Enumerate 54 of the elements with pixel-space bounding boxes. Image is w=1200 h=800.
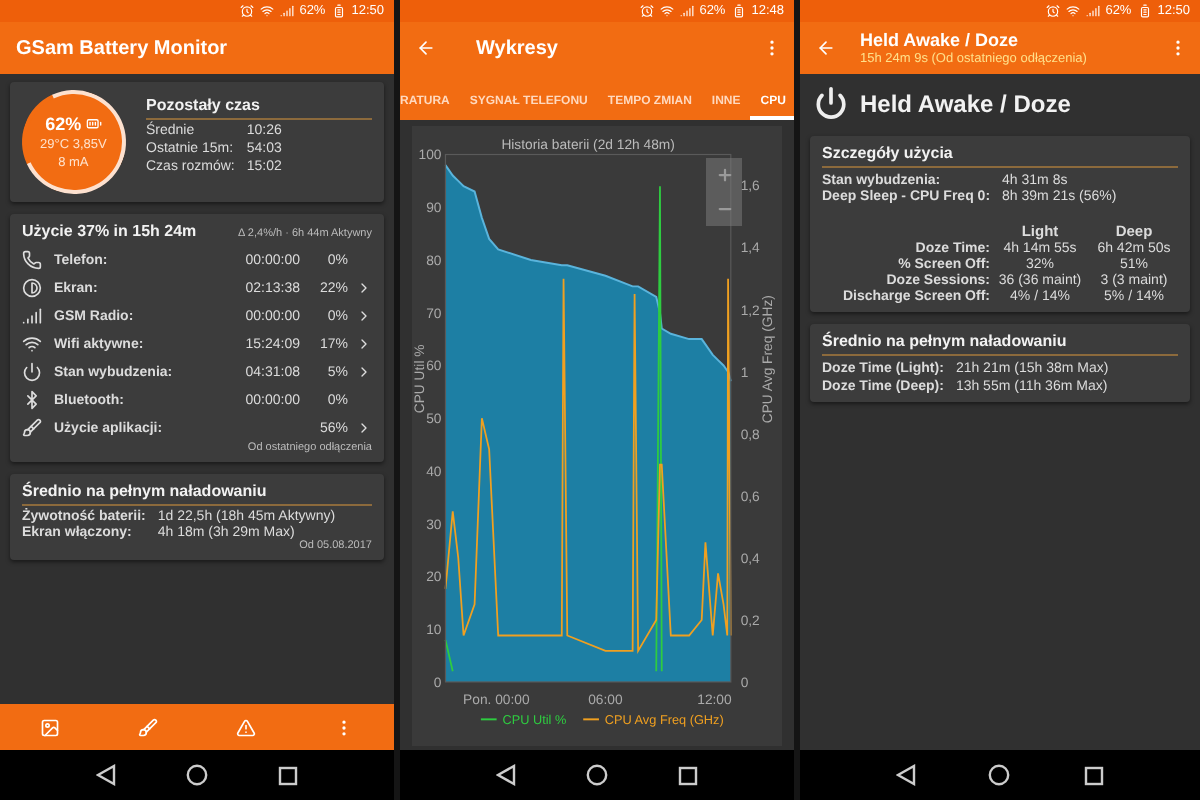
warning-button[interactable] [236,717,257,737]
plus-icon [715,166,733,184]
card-title: Średnio na pełnym naładowaniu [22,482,372,506]
image-button[interactable] [39,717,60,737]
battery-icon [331,4,346,18]
home-button[interactable] [185,764,208,786]
alarm-icon [239,4,254,18]
signal-icon [1085,4,1100,18]
battery-icon [1137,4,1152,18]
app-title: GSam Battery Monitor [16,37,230,59]
wifi-icon [259,4,274,18]
alarm-icon [1045,4,1060,18]
alarm-icon [639,4,654,18]
recents-button[interactable] [1083,765,1104,785]
battery-icon [731,4,746,18]
page-heading: Held Awake / Doze [860,89,1071,117]
app-title: Held Awake / Doze [860,30,1021,50]
phone-icon [22,250,42,270]
power-icon [814,86,848,120]
wifi-icon [659,4,674,18]
chevron-icon[interactable] [356,336,372,352]
home-button[interactable] [585,764,608,786]
signal-icon [679,4,694,18]
back-button[interactable] [95,764,116,786]
card-title: Pozostały czas [146,96,372,120]
card-title: Szczegóły użycia [822,144,1178,168]
signal-icon [279,4,294,18]
home-button[interactable] [988,764,1011,786]
recents-button[interactable] [278,765,299,785]
back-button[interactable] [896,764,917,786]
wifi-icon [1065,4,1080,18]
bluetooth-icon [22,390,42,410]
card-title: Użycie 37% in 15h 24m [22,222,197,240]
power-icon [22,362,42,382]
warning-icon [236,717,257,737]
back-arrow-icon[interactable] [416,38,436,58]
card-title: Średnio na pełnym naładowaniu [822,332,1178,356]
contrast-icon [22,278,42,298]
recents-button[interactable] [678,765,699,785]
wifi-icon [22,334,42,354]
back-button[interactable] [495,764,516,786]
brush-icon [137,717,158,737]
back-arrow-icon[interactable] [816,38,836,58]
chevron-icon[interactable] [356,420,372,436]
chevron-icon[interactable] [356,364,372,380]
chevron-icon[interactable] [356,308,372,324]
brush-icon [22,418,42,438]
signal-icon [22,306,42,326]
battery-icon [86,116,102,132]
battery-percent: 62% [45,114,82,134]
image-icon [39,717,60,737]
chevron-icon[interactable] [356,280,372,296]
brush-button[interactable] [137,717,158,737]
app-title: Wykresy [476,37,560,59]
